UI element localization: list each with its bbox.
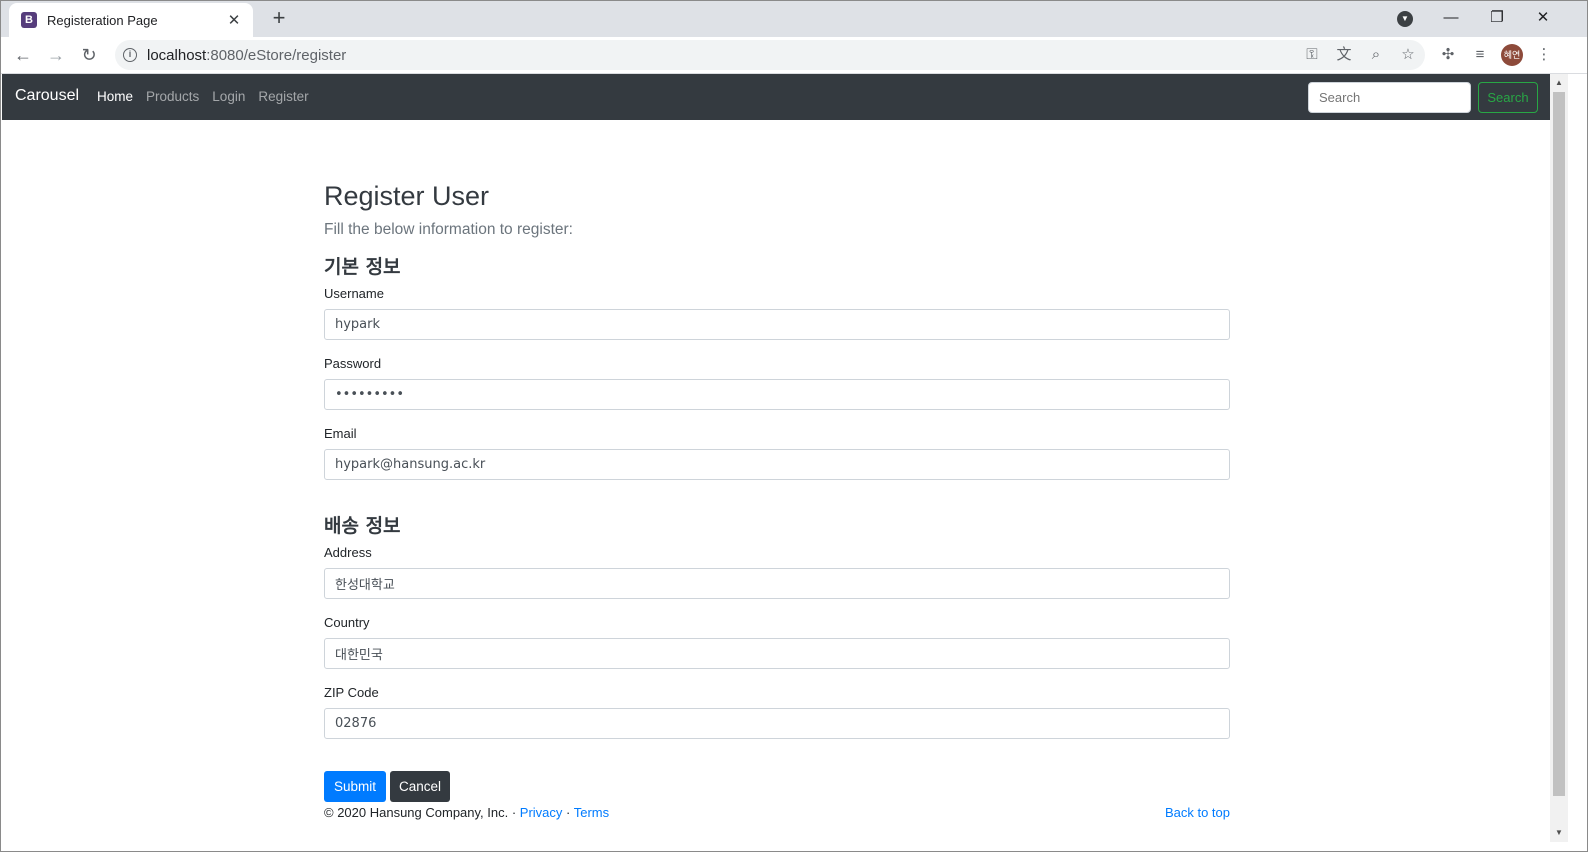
restore-icon[interactable]: ❐: [1477, 5, 1517, 31]
forward-icon[interactable]: →: [44, 43, 68, 67]
scroll-down-arrow-icon[interactable]: ▼: [1554, 828, 1564, 838]
nav-link-home[interactable]: Home: [97, 89, 133, 104]
browser-toolbar: ← → ↻ i localhost:8080/eStore/register ⚿…: [1, 37, 1587, 74]
vertical-scrollbar[interactable]: ▲ ▼: [1550, 74, 1568, 842]
tab-search-icon[interactable]: ▼: [1397, 11, 1413, 27]
url-text[interactable]: localhost:8080/eStore/register: [147, 47, 346, 64]
nav-link-login[interactable]: Login: [212, 89, 245, 104]
tab-close-icon[interactable]: ✕: [225, 11, 243, 29]
menu-kebab-icon[interactable]: ⋮: [1533, 44, 1555, 66]
copyright-text: © 2020 Hansung Company, Inc. ·: [324, 805, 520, 820]
site-info-icon[interactable]: i: [123, 48, 137, 62]
browser-tab[interactable]: B Registeration Page ✕: [9, 3, 253, 37]
submit-button[interactable]: Submit: [324, 771, 386, 802]
site-navbar: Carousel Home Products Login Register Se…: [2, 74, 1550, 120]
shipping-info-heading: 배송 정보: [324, 515, 401, 537]
back-to-top-link[interactable]: Back to top: [1165, 805, 1230, 820]
nav-link-products[interactable]: Products: [146, 89, 199, 104]
footer-left: © 2020 Hansung Company, Inc. · Privacy ·…: [324, 805, 609, 820]
privacy-link[interactable]: Privacy: [520, 805, 563, 820]
address-label: Address: [324, 545, 372, 560]
browser-window: B Registeration Page ✕ + ▼ — ❐ ✕ ← → ↻ i…: [0, 0, 1588, 852]
tab-strip: B Registeration Page ✕ + ▼ — ❐ ✕: [1, 1, 1587, 37]
zip-code-label: ZIP Code: [324, 685, 379, 700]
basic-info-heading: 기본 정보: [324, 256, 401, 278]
key-icon[interactable]: ⚿: [1301, 44, 1323, 66]
profile-avatar[interactable]: 혜연: [1501, 44, 1523, 66]
email-field[interactable]: [324, 449, 1230, 480]
bootstrap-favicon-icon: B: [21, 12, 37, 28]
password-label: Password: [324, 356, 382, 371]
close-window-icon[interactable]: ✕: [1523, 5, 1563, 31]
minimize-icon[interactable]: —: [1431, 5, 1471, 31]
page-viewport: Carousel Home Products Login Register Se…: [2, 74, 1550, 842]
page-footer: © 2020 Hansung Company, Inc. · Privacy ·…: [324, 805, 1230, 825]
footer-separator: ·: [562, 805, 574, 820]
extensions-icon[interactable]: ✣: [1437, 44, 1459, 66]
reload-icon[interactable]: ↻: [77, 43, 101, 67]
bookmark-star-icon[interactable]: ☆: [1397, 44, 1419, 66]
zip-code-field[interactable]: [324, 708, 1230, 739]
email-label: Email: [324, 426, 357, 441]
username-label: Username: [324, 286, 384, 301]
form-lead-text: Fill the below information to register:: [324, 221, 573, 238]
tab-title: Registeration Page: [47, 12, 158, 28]
username-field[interactable]: [324, 309, 1230, 340]
address-field[interactable]: [324, 568, 1230, 599]
new-tab-icon[interactable]: +: [267, 7, 291, 31]
cancel-button[interactable]: Cancel: [390, 771, 450, 802]
search-button[interactable]: Search: [1478, 82, 1538, 113]
zoom-icon[interactable]: ⌕: [1365, 44, 1387, 66]
nav-link-register[interactable]: Register: [258, 89, 308, 104]
address-bar[interactable]: i localhost:8080/eStore/register ⚿ 文 ⌕ ☆: [115, 40, 1425, 70]
translate-icon[interactable]: 文: [1333, 44, 1355, 66]
reading-list-icon[interactable]: ≡: [1469, 44, 1491, 66]
nav-links: Home Products Login Register: [97, 89, 309, 104]
back-icon[interactable]: ←: [11, 43, 35, 67]
terms-link[interactable]: Terms: [574, 805, 609, 820]
page-title: Register User: [324, 181, 490, 211]
password-field[interactable]: [324, 379, 1230, 410]
search-input[interactable]: [1308, 82, 1471, 113]
country-field[interactable]: [324, 638, 1230, 669]
country-label: Country: [324, 615, 370, 630]
scroll-thumb[interactable]: [1553, 92, 1565, 796]
navbar-brand[interactable]: Carousel: [15, 87, 79, 105]
scroll-up-arrow-icon[interactable]: ▲: [1554, 78, 1564, 88]
